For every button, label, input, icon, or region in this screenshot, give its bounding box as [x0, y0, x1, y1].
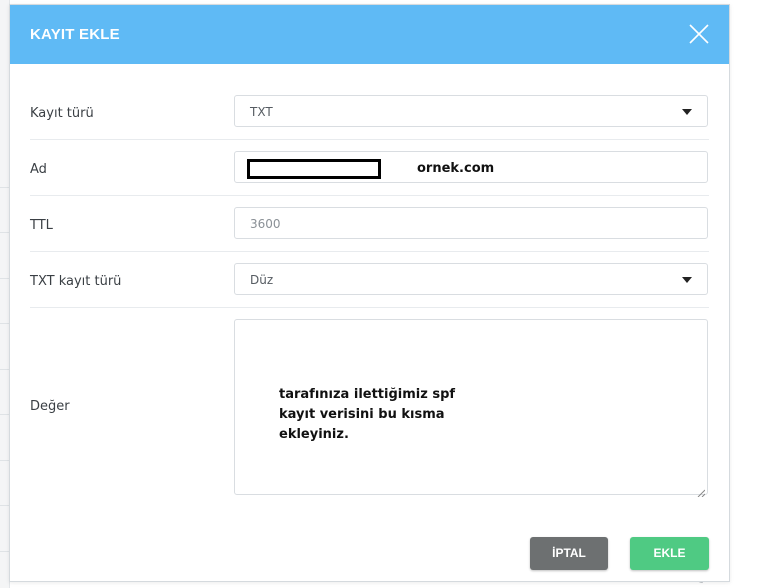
background-divider: [0, 278, 9, 279]
add-record-modal: KAYIT EKLE Kayıt türü TXT Ad ornek.com T…: [9, 4, 730, 582]
instruction-line-2: kayıt verisini bu kısma: [279, 407, 445, 422]
record-type-value: TXT: [250, 105, 273, 119]
name-row: Ad ornek.com: [30, 151, 709, 185]
row-divider: [30, 307, 709, 308]
background-divider: [0, 232, 9, 233]
background-divider: [0, 505, 9, 506]
txt-type-select[interactable]: Düz: [234, 263, 708, 295]
ttl-placeholder: 3600: [250, 217, 281, 231]
txt-type-value: Düz: [250, 273, 274, 287]
record-type-select[interactable]: TXT: [234, 95, 708, 127]
name-input[interactable]: ornek.com: [234, 151, 708, 183]
name-label: Ad: [30, 162, 47, 177]
background-divider: [0, 369, 9, 370]
ttl-input[interactable]: 3600: [234, 207, 708, 239]
ttl-label: TTL: [30, 218, 53, 233]
ttl-row: TTL 3600: [30, 207, 709, 241]
row-divider: [30, 195, 709, 196]
txt-type-label: TXT kayıt türü: [30, 274, 122, 289]
value-textarea[interactable]: tarafınıza ilettiğimiz spf kayıt verisin…: [234, 319, 708, 498]
row-divider: [30, 139, 709, 140]
caret-down-icon: [682, 277, 692, 283]
instruction-line-3: ekleyiniz.: [279, 427, 349, 442]
record-type-label: Kayıt türü: [30, 106, 94, 121]
redaction-box: [247, 159, 381, 179]
modal-title: KAYIT EKLE: [30, 26, 120, 43]
background-divider: [0, 414, 9, 415]
close-icon[interactable]: [687, 22, 711, 46]
instruction-line-1: tarafınıza ilettiğimiz spf: [279, 387, 456, 402]
background-divider: [0, 323, 9, 324]
cancel-button[interactable]: İPTAL: [530, 537, 608, 570]
value-row: Değer tarafınıza ilettiğimiz spf kayıt v…: [30, 319, 709, 498]
background-divider: [0, 187, 9, 188]
value-label: Değer: [30, 399, 70, 414]
caret-down-icon: [682, 109, 692, 115]
add-button[interactable]: EKLE: [630, 537, 709, 570]
modal-header: KAYIT EKLE: [10, 5, 729, 64]
domain-annotation: ornek.com: [417, 161, 495, 176]
row-divider: [30, 251, 709, 252]
background-divider: [0, 551, 9, 552]
record-type-row: Kayıt türü TXT: [30, 95, 709, 129]
txt-type-row: TXT kayıt türü Düz: [30, 263, 709, 297]
background-divider: [0, 460, 9, 461]
resize-handle-icon[interactable]: [697, 484, 706, 498]
